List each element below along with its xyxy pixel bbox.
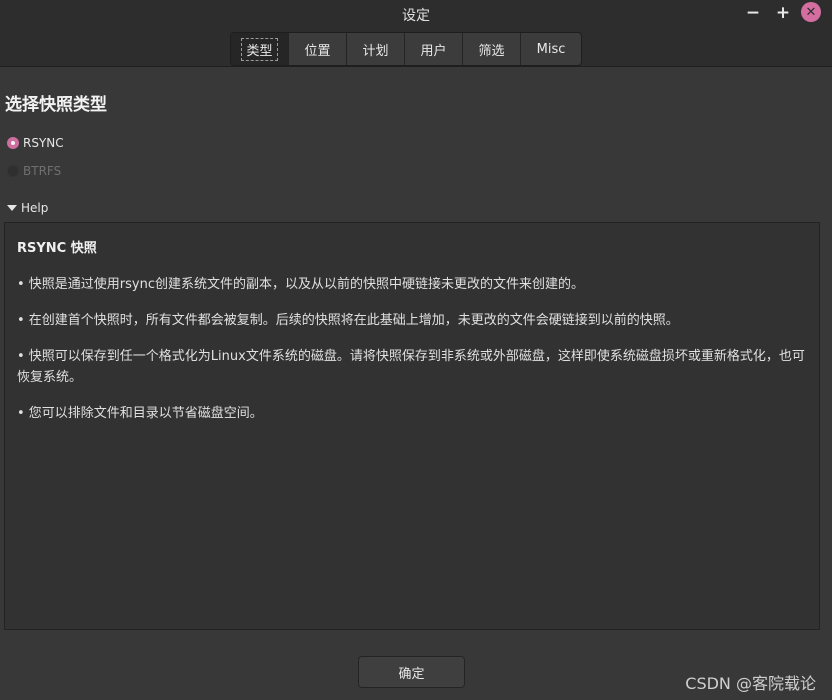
minimize-icon[interactable]: − [742,2,764,24]
radio-btrfs-label: BTRFS [23,164,62,178]
tab-bar: 类型 位置 计划 用户 筛选 Misc [230,32,582,66]
window-title: 设定 [402,8,430,24]
help-paragraph: • 您可以排除文件和目录以节省磁盘空间。 [17,406,263,421]
maximize-icon[interactable]: + [772,2,794,24]
tab-schedule[interactable]: 计划 [347,33,405,65]
tab-type[interactable]: 类型 [231,33,289,65]
tab-location[interactable]: 位置 [289,33,347,65]
close-icon[interactable]: ✕ [801,2,821,22]
tab-users[interactable]: 用户 [405,33,463,65]
radio-unselected-icon [7,165,19,177]
tab-filters[interactable]: 筛选 [463,33,521,65]
help-expander[interactable]: Help [7,201,48,215]
expand-triangle-icon [7,205,17,211]
watermark: CSDN @客院载论 [685,674,816,693]
radio-selected-icon [7,137,19,149]
help-heading: RSYNC 快照 [17,241,97,256]
radio-btrfs[interactable]: BTRFS [7,164,61,178]
header-bar: 设定 − + ✕ 类型 位置 计划 用户 筛选 Misc [0,0,832,67]
radio-rsync[interactable]: RSYNC [7,136,64,150]
page-title: 选择快照类型 [5,95,107,115]
help-expander-label: Help [21,201,49,215]
help-paragraph: • 快照是通过使用rsync创建系统文件的副本，以及从以前的快照中硬链接未更改的… [17,277,584,292]
help-paragraph: • 在创建首个快照时，所有文件都会被复制。后续的快照将在此基础上增加，未更改的文… [17,313,679,328]
help-paragraph: • 快照可以保存到任一个格式化为Linux文件系统的磁盘。请将快照保存到非系统或… [17,349,805,385]
tab-misc[interactable]: Misc [521,33,581,65]
settings-window: 设定 − + ✕ 类型 位置 计划 用户 筛选 Misc 选择快照类型 RSYN… [0,0,832,700]
help-panel: RSYNC 快照 • 快照是通过使用rsync创建系统文件的副本，以及从以前的快… [4,222,820,630]
ok-button[interactable]: 确定 [358,656,465,688]
radio-rsync-label: RSYNC [23,136,64,150]
